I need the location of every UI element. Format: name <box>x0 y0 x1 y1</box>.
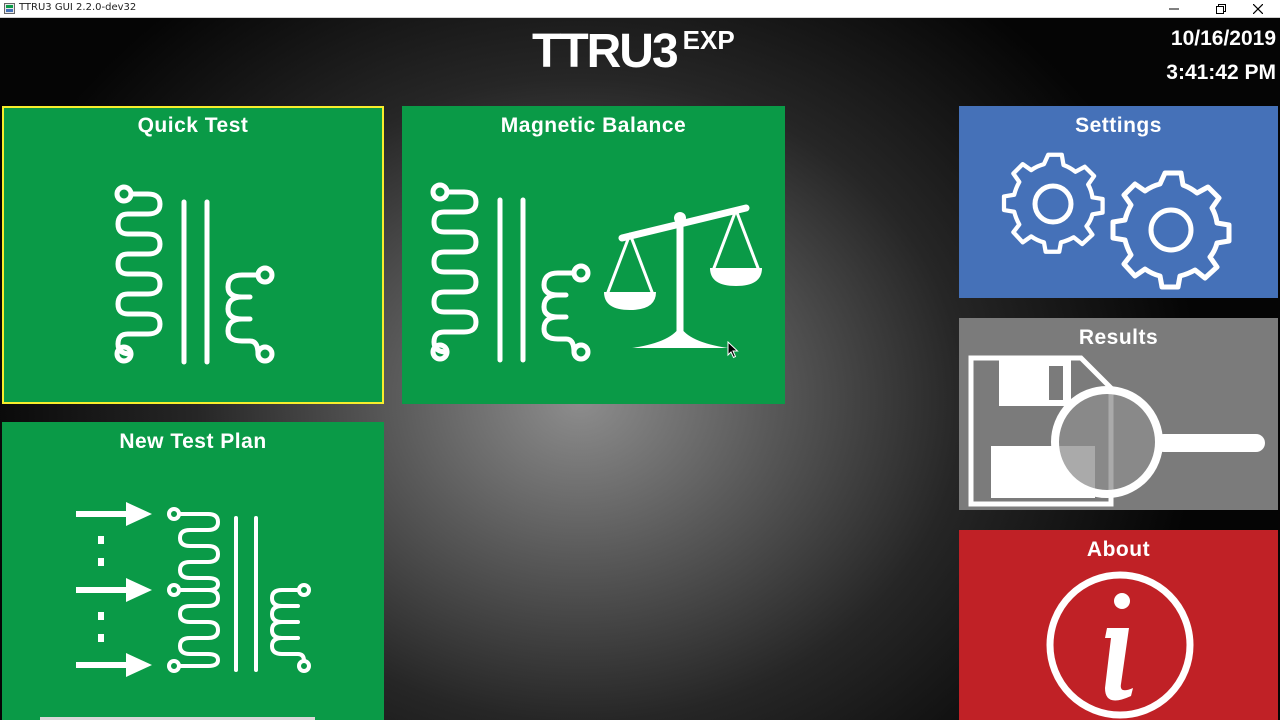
magnetic-balance-label: Magnetic Balance <box>500 114 687 137</box>
magnetic-balance-tile[interactable]: Magnetic Balance <box>402 106 785 404</box>
about-label: About <box>1086 538 1151 561</box>
new-test-plan-label: New Test Plan <box>119 430 267 453</box>
restore-button[interactable] <box>1203 0 1239 18</box>
quick-test-tile[interactable]: Quick Test <box>2 106 384 404</box>
transformer-scale-icon <box>430 182 762 363</box>
minimize-icon <box>1169 8 1179 10</box>
app-logo: TTRU3 EXP <box>532 25 735 78</box>
about-tile[interactable]: About <box>959 530 1278 720</box>
floppy-magnifier-icon <box>968 355 1265 507</box>
results-tile[interactable]: Results <box>959 318 1278 510</box>
logo-edition-text: EXP <box>682 25 735 55</box>
gears-icon <box>1001 152 1232 290</box>
close-icon <box>1253 4 1263 14</box>
minimize-button[interactable] <box>1156 0 1192 18</box>
test-plan-icon <box>76 502 311 677</box>
restore-icon <box>1216 4 1226 14</box>
quick-test-label: Quick Test <box>137 114 249 137</box>
close-button[interactable] <box>1240 0 1276 18</box>
clock: 10/16/2019 3:41:42 PM <box>1166 22 1276 90</box>
results-label: Results <box>1078 326 1159 349</box>
new-test-plan-tile[interactable]: New Test Plan <box>2 422 384 720</box>
window-title-bar[interactable]: TTRU3 GUI 2.2.0-dev32 <box>0 0 1280 18</box>
logo-main-text: TTRU3 <box>532 25 679 78</box>
clock-date: 10/16/2019 <box>1170 27 1276 50</box>
info-icon <box>1046 571 1194 719</box>
app-icon <box>4 3 15 14</box>
mouse-cursor-icon <box>727 341 739 359</box>
clock-time: 3:41:42 PM <box>1166 61 1276 84</box>
transformer-icon <box>114 184 275 365</box>
settings-label: Settings <box>1075 114 1162 137</box>
window-title: TTRU3 GUI 2.2.0-dev32 <box>19 2 137 13</box>
settings-tile[interactable]: Settings <box>959 106 1278 298</box>
